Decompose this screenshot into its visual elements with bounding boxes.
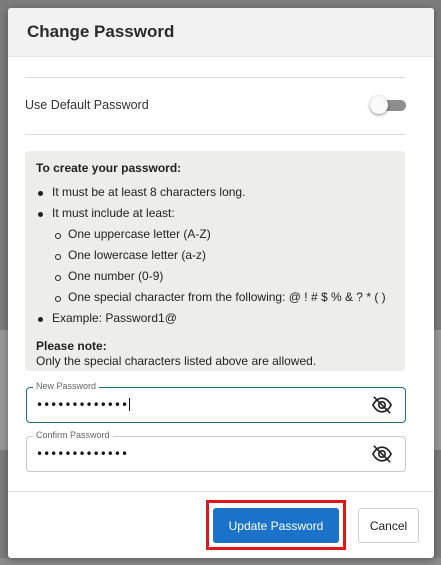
eye-off-icon[interactable] — [371, 395, 393, 415]
sub-bullet — [55, 275, 61, 281]
rule-item: It must include at least: — [52, 206, 175, 220]
bullet — [38, 317, 43, 322]
new-password-label: New Password — [33, 381, 100, 391]
password-rules-panel: To create your password: It must be at l… — [25, 151, 405, 371]
rule-subitem: One lowercase letter (a-z) — [68, 248, 207, 262]
divider — [25, 77, 405, 78]
rule-subitem: One number (0-9) — [68, 269, 164, 283]
bullet — [38, 212, 43, 217]
rule-example: Example: Password1@ — [52, 311, 177, 325]
backdrop-left — [0, 330, 8, 450]
note-text: Only the special characters listed above… — [36, 354, 317, 368]
update-password-button[interactable]: Update Password — [213, 508, 339, 543]
new-password-field[interactable]: New Password ••••••••••••• — [26, 381, 406, 423]
backdrop-bottom — [0, 558, 441, 565]
sub-bullet — [55, 254, 61, 260]
toggle-knob — [370, 96, 388, 114]
modal-header: Change Password — [8, 8, 434, 57]
confirm-password-field[interactable]: Confirm Password ••••••••••••• — [26, 430, 406, 472]
use-default-password-toggle[interactable] — [370, 96, 406, 114]
confirm-password-label: Confirm Password — [33, 430, 113, 440]
bullet — [38, 191, 43, 196]
use-default-password-label: Use Default Password — [25, 98, 149, 112]
divider — [25, 134, 405, 135]
eye-off-icon[interactable] — [371, 444, 393, 464]
confirm-password-input[interactable]: ••••••••••••• — [36, 447, 128, 461]
backdrop-right — [433, 330, 441, 450]
footer-divider — [8, 491, 434, 492]
new-password-value: ••••••••••••• — [36, 398, 129, 412]
change-password-modal: Change Password Use Default Password To … — [8, 8, 434, 558]
rule-subitem: One uppercase letter (A-Z) — [68, 227, 211, 241]
rule-item: It must be at least 8 characters long. — [52, 185, 246, 199]
sub-bullet — [55, 296, 61, 302]
text-caret — [129, 398, 131, 411]
cancel-button[interactable]: Cancel — [358, 508, 419, 543]
rule-subitem: One special character from the following… — [68, 290, 386, 304]
note-heading: Please note: — [36, 339, 107, 353]
rules-heading: To create your password: — [36, 161, 182, 175]
modal-title: Change Password — [27, 22, 175, 41]
new-password-input[interactable]: ••••••••••••• — [36, 398, 131, 412]
sub-bullet — [55, 233, 61, 239]
